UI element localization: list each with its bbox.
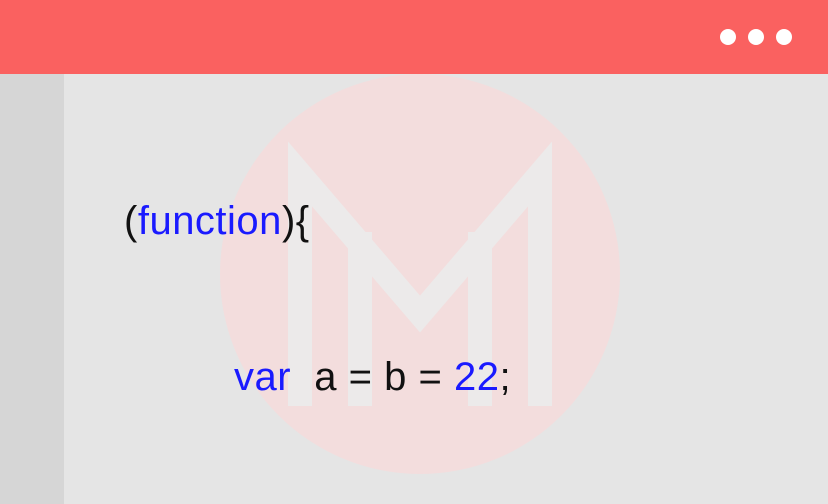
code-line: var a = b = 22;: [124, 338, 828, 416]
window-dots: [720, 29, 792, 45]
code-line: })();: [124, 494, 828, 504]
brace: ){: [282, 199, 310, 243]
code-text: a = b =: [291, 355, 454, 399]
number-literal: 22: [454, 355, 500, 399]
window-dot-icon: [776, 29, 792, 45]
code-text: })();: [124, 494, 261, 504]
keyword-var: var: [234, 355, 291, 399]
window-dot-icon: [720, 29, 736, 45]
editor-body: (function){ var a = b = 22; })(); consol…: [0, 74, 828, 504]
code-block: (function){ var a = b = 22; })(); consol…: [64, 74, 828, 504]
keyword-function: function: [138, 199, 282, 243]
window-dot-icon: [748, 29, 764, 45]
line-number-gutter: [0, 74, 64, 504]
paren: (: [124, 199, 138, 243]
window-titlebar: [0, 0, 828, 74]
code-line: (function){: [124, 182, 828, 260]
code-area: (function){ var a = b = 22; })(); consol…: [64, 74, 828, 504]
semicolon: ;: [499, 355, 511, 399]
